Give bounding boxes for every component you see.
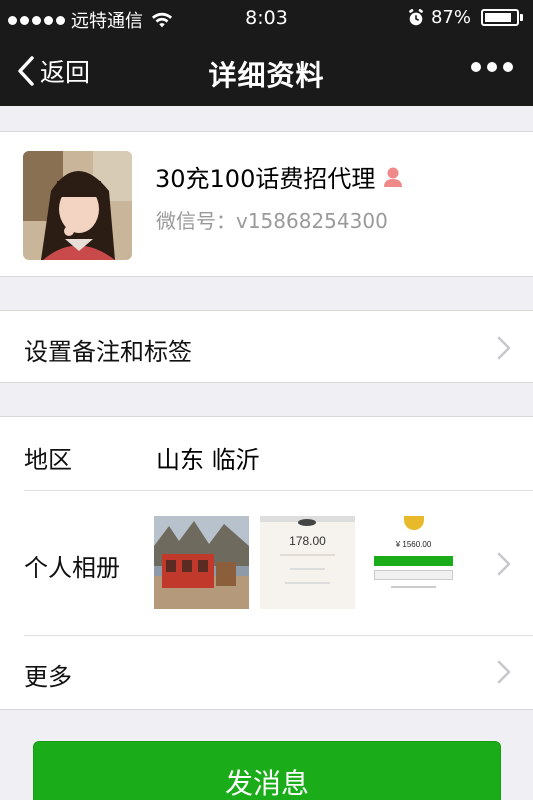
more-options-icon[interactable] <box>471 62 513 72</box>
name-row: 30充100话费招代理 <box>155 159 405 194</box>
status-bar: 远特通信 8:03 87% <box>0 0 533 36</box>
more-label: 更多 <box>24 663 72 691</box>
album-thumbnail[interactable] <box>154 516 249 609</box>
photo-icon <box>154 516 249 609</box>
chevron-right-icon <box>497 660 511 684</box>
alarm-clock-icon <box>409 8 423 25</box>
remark-label: 设置备注和标签 <box>24 338 192 366</box>
battery-fill <box>485 13 512 22</box>
thumbnail-amount: ¥ 1560.00 <box>395 540 432 549</box>
battery-icon <box>481 9 523 26</box>
chevron-right-icon <box>497 336 511 360</box>
divider <box>24 635 533 636</box>
profile-card: 30充100话费招代理 微信号：v15868254300 <box>0 131 533 277</box>
album-thumbnails: 178.00 ¥ 1560.00 <box>154 516 461 609</box>
status-bar-right: 87% <box>407 7 523 28</box>
female-icon <box>384 167 403 187</box>
battery-percent: 87% <box>430 7 471 28</box>
album-label: 个人相册 <box>24 554 120 582</box>
region-label: 地区 <box>24 446 72 474</box>
set-remark-and-tags-row[interactable]: 设置备注和标签 <box>0 310 533 383</box>
info-card: 地区 山东 临沂 个人相册 178.00 ¥ 1560.00 更多 <box>0 416 533 710</box>
divider <box>24 490 533 491</box>
avatar-image <box>23 151 132 260</box>
avatar[interactable] <box>23 151 132 260</box>
album-thumbnail[interactable]: 178.00 <box>260 516 355 609</box>
wechat-id: 微信号：v15868254300 <box>156 209 388 233</box>
thumbnail-amount: 178.00 <box>289 534 326 548</box>
region-value: 山东 临沂 <box>156 446 260 474</box>
send-message-button[interactable]: 发消息 <box>33 741 501 800</box>
page-title: 详细资料 <box>208 59 325 92</box>
chevron-right-icon <box>497 552 511 576</box>
album-thumbnail[interactable]: ¥ 1560.00 <box>366 516 461 609</box>
profile-name: 30充100话费招代理 <box>155 165 376 193</box>
navigation-bar: 返回 详细资料 <box>0 36 533 106</box>
